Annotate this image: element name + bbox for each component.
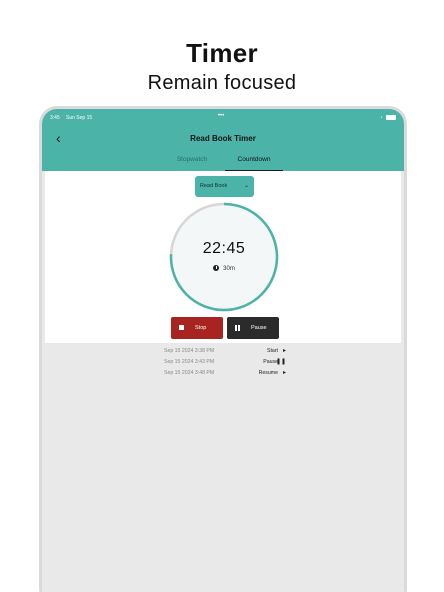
page-title: Read Book Timer (190, 134, 256, 143)
log-action: Start (267, 348, 278, 354)
status-indicators: ◔ (380, 115, 396, 121)
app-screen: 3:45 Sun Sep 15 ••• ◔ ‹ Read Book Timer … (42, 109, 404, 592)
log-row: Sep 15 2024 3:48 PM Resume ▸ (42, 369, 404, 379)
status-time: 3:45 (50, 115, 60, 121)
stop-button[interactable]: Stop (171, 317, 223, 339)
app-header: 3:45 Sun Sep 15 ••• ◔ ‹ Read Book Timer … (42, 109, 404, 171)
pause-icon: ❚❚ (275, 359, 286, 365)
activity-select-value: Read Book (200, 183, 228, 189)
stop-icon (179, 325, 184, 332)
status-bar: 3:45 Sun Sep 15 ••• ◔ (42, 113, 404, 125)
play-icon: ▸ (282, 370, 286, 376)
battery-icon (386, 115, 396, 121)
activity-select[interactable]: Read Book ⌄ (195, 176, 254, 197)
tab-stopwatch[interactable]: Stopwatch (170, 155, 214, 171)
duration-row: 30m (169, 265, 279, 272)
log-row: Sep 15 2024 3:38 PM Start ▸ (42, 347, 404, 357)
promo-title: Timer (186, 38, 258, 68)
play-icon: ▸ (282, 348, 286, 354)
tab-countdown[interactable]: Countdown (225, 155, 283, 171)
pause-button[interactable]: Pause (227, 317, 279, 339)
multitasking-dots-icon: ••• (218, 113, 225, 119)
log-timestamp: Sep 15 2024 3:43 PM (164, 359, 215, 365)
wifi-icon: ◔ (379, 115, 383, 121)
countdown-dial: 22:45 30m (169, 202, 279, 312)
chevron-down-icon: ⌄ (243, 183, 249, 189)
log-row: Sep 15 2024 3:43 PM Pause ❚❚ (42, 358, 404, 368)
log-timestamp: Sep 15 2024 3:38 PM (164, 348, 215, 354)
timer-panel: Read Book ⌄ 22:45 30m Stop Pause (45, 171, 401, 343)
stop-button-label: Stop (195, 325, 207, 331)
timer-tabs: Stopwatch Countdown (42, 155, 404, 171)
pause-icon (235, 325, 240, 333)
pause-button-label: Pause (251, 325, 267, 331)
log-action: Resume (258, 370, 278, 376)
time-remaining: 22:45 (202, 240, 246, 257)
promo-subtitle: Remain focused (147, 72, 297, 94)
tablet-frame: 3:45 Sun Sep 15 ••• ◔ ‹ Read Book Timer … (39, 106, 407, 592)
status-date: Sun Sep 15 (66, 115, 93, 121)
duration-label: 30m (223, 266, 235, 272)
log-timestamp: Sep 15 2024 3:48 PM (164, 370, 215, 376)
clock-icon (213, 265, 220, 271)
